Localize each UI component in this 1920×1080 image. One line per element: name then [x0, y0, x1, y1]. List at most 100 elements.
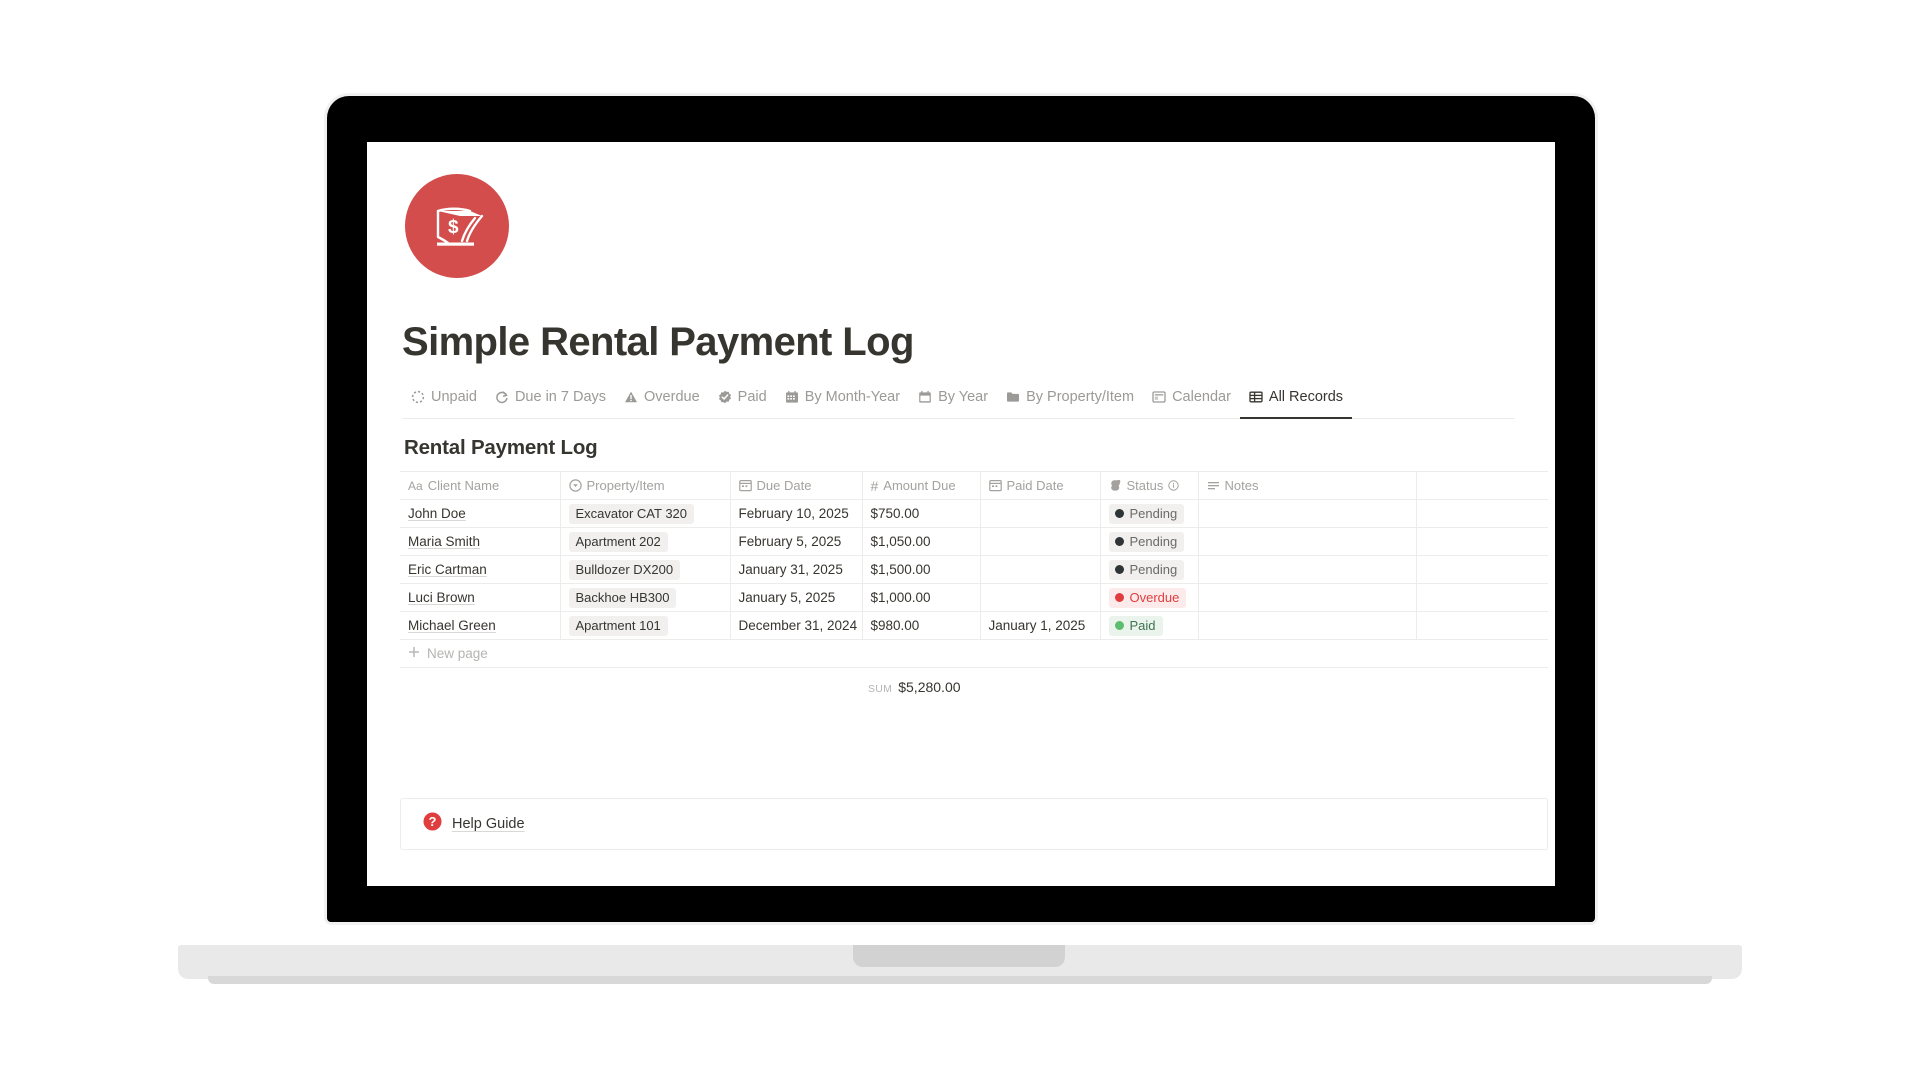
- database-title: Rental Payment Log: [404, 436, 598, 459]
- cell-paid-date[interactable]: [980, 499, 1101, 528]
- cell-status[interactable]: Paid: [1100, 611, 1199, 640]
- calendar-icon: [918, 390, 932, 404]
- question-circle-icon: ?: [423, 812, 442, 836]
- column-header-add[interactable]: [1416, 471, 1548, 500]
- tab-calendar[interactable]: Calendar: [1143, 385, 1240, 419]
- column-header-status[interactable]: Status: [1100, 471, 1199, 500]
- tab-by-month-year[interactable]: By Month-Year: [776, 385, 909, 419]
- cell-notes[interactable]: [1198, 583, 1417, 612]
- sum-block[interactable]: SUM $5,280.00: [868, 679, 961, 695]
- cell-client-name[interactable]: Michael Green: [400, 611, 561, 640]
- tab-label: Due in 7 Days: [514, 389, 607, 405]
- money-stack-dollar-icon: $: [405, 174, 509, 278]
- cell-paid-date[interactable]: January 1, 2025: [980, 611, 1101, 640]
- calendar-grid-icon: [785, 390, 799, 404]
- cell-amount-due[interactable]: $980.00: [862, 611, 981, 640]
- cell-property-item[interactable]: Excavator CAT 320: [560, 499, 731, 528]
- new-page-label: New page: [427, 646, 488, 661]
- column-header-paid-date[interactable]: Paid Date: [980, 471, 1101, 500]
- cell-property-item[interactable]: Apartment 101: [560, 611, 731, 640]
- cell-client-name[interactable]: Maria Smith: [400, 527, 561, 556]
- cell-status[interactable]: Pending: [1100, 499, 1199, 528]
- cell-notes[interactable]: [1198, 611, 1417, 640]
- status-dot-icon: [1114, 593, 1124, 602]
- table-row[interactable]: Maria Smith Apartment 202 February 5, 2025…: [400, 527, 1548, 556]
- svg-text:$: $: [448, 217, 459, 238]
- status-dot-icon: [1114, 537, 1124, 546]
- laptop-screen: $ Simple Rental Payment Log Unpaid Due i…: [367, 142, 1555, 886]
- cell-status[interactable]: Pending: [1100, 527, 1199, 556]
- cell-client-name[interactable]: Eric Cartman: [400, 555, 561, 584]
- cell-paid-date[interactable]: [980, 555, 1101, 584]
- laptop-notch: [853, 945, 1065, 967]
- tab-due-in-7-days[interactable]: Due in 7 Days: [486, 385, 615, 419]
- column-label: Status: [1126, 478, 1164, 493]
- status-label: Overdue: [1129, 589, 1180, 605]
- tab-label: Paid: [737, 389, 767, 405]
- client-name-link[interactable]: John Doe: [408, 506, 466, 521]
- client-name-link[interactable]: Luci Brown: [408, 590, 475, 605]
- cell-due-date[interactable]: February 10, 2025: [730, 499, 863, 528]
- tab-label: All Records: [1268, 389, 1344, 405]
- property-item-tag: Excavator CAT 320: [568, 503, 695, 524]
- cell-client-name[interactable]: John Doe: [400, 499, 561, 528]
- cell-trailing: [1416, 527, 1548, 556]
- sum-row: SUM $5,280.00: [400, 679, 1548, 695]
- cell-due-date[interactable]: December 31, 2024: [730, 611, 863, 640]
- cell-due-date[interactable]: January 31, 2025: [730, 555, 863, 584]
- tab-label: Calendar: [1172, 389, 1231, 405]
- client-name-link[interactable]: Eric Cartman: [408, 562, 487, 577]
- tab-by-year[interactable]: By Year: [909, 385, 997, 419]
- cell-status[interactable]: Pending: [1100, 555, 1199, 584]
- cell-property-item[interactable]: Backhoe HB300: [560, 583, 731, 612]
- cell-property-item[interactable]: Bulldozer DX200: [560, 555, 731, 584]
- laptop-base-lip: [208, 976, 1712, 984]
- cell-notes[interactable]: [1198, 499, 1417, 528]
- check-badge-icon: [718, 390, 732, 404]
- cell-due-date[interactable]: February 5, 2025: [730, 527, 863, 556]
- column-header-amount-due[interactable]: # Amount Due: [862, 471, 981, 500]
- tab-all-records[interactable]: All Records: [1239, 385, 1353, 419]
- cell-paid-date[interactable]: [980, 527, 1101, 556]
- help-guide-label: Help Guide: [452, 816, 525, 832]
- cell-due-date[interactable]: January 5, 2025: [730, 583, 863, 612]
- column-label: Property/Item: [586, 478, 665, 493]
- status-label: Paid: [1129, 617, 1156, 633]
- new-page-button[interactable]: New page: [400, 640, 1548, 668]
- column-header-due-date[interactable]: Due Date: [730, 471, 863, 500]
- client-name-link[interactable]: Maria Smith: [408, 534, 480, 549]
- column-header-notes[interactable]: Notes: [1198, 471, 1417, 500]
- tab-unpaid[interactable]: Unpaid: [402, 385, 486, 419]
- cell-amount-due[interactable]: $1,000.00: [862, 583, 981, 612]
- cell-amount-due[interactable]: $1,500.00: [862, 555, 981, 584]
- refresh-clock-icon: [495, 390, 509, 404]
- cell-notes[interactable]: [1198, 527, 1417, 556]
- client-name-link[interactable]: Michael Green: [408, 618, 496, 633]
- tab-overdue[interactable]: Overdue: [615, 385, 709, 419]
- cell-client-name[interactable]: Luci Brown: [400, 583, 561, 612]
- column-header-client-name[interactable]: Aa Client Name: [400, 471, 561, 500]
- cell-property-item[interactable]: Apartment 202: [560, 527, 731, 556]
- help-guide-card[interactable]: ? Help Guide: [400, 798, 1548, 850]
- sum-spacer: [408, 679, 868, 695]
- status-badge: Paid: [1108, 615, 1163, 636]
- table-row[interactable]: Eric Cartman Bulldozer DX200 January 31, 2…: [400, 555, 1548, 584]
- tab-paid[interactable]: Paid: [709, 385, 776, 419]
- cell-status[interactable]: Overdue: [1100, 583, 1199, 612]
- cell-notes[interactable]: [1198, 555, 1417, 584]
- column-header-property-item[interactable]: Property/Item: [560, 471, 731, 500]
- table-row[interactable]: Luci Brown Backhoe HB300 January 5, 2025 $1…: [400, 583, 1548, 612]
- cell-amount-due[interactable]: $1,050.00: [862, 527, 981, 556]
- table-row[interactable]: Michael Green Apartment 101 December 31, 2…: [400, 611, 1548, 640]
- info-icon[interactable]: [1168, 480, 1180, 491]
- cell-amount-due[interactable]: $750.00: [862, 499, 981, 528]
- date-icon: [738, 479, 752, 492]
- table-icon: [1249, 390, 1263, 404]
- tab-label: By Year: [938, 389, 989, 405]
- tab-by-property-item[interactable]: By Property/Item: [997, 385, 1143, 419]
- cell-paid-date[interactable]: [980, 583, 1101, 612]
- table-row[interactable]: John Doe Excavator CAT 320 February 10, 20…: [400, 499, 1548, 528]
- svg-text:?: ?: [429, 814, 437, 829]
- cell-trailing: [1416, 611, 1548, 640]
- page-title: Simple Rental Payment Log: [402, 320, 914, 364]
